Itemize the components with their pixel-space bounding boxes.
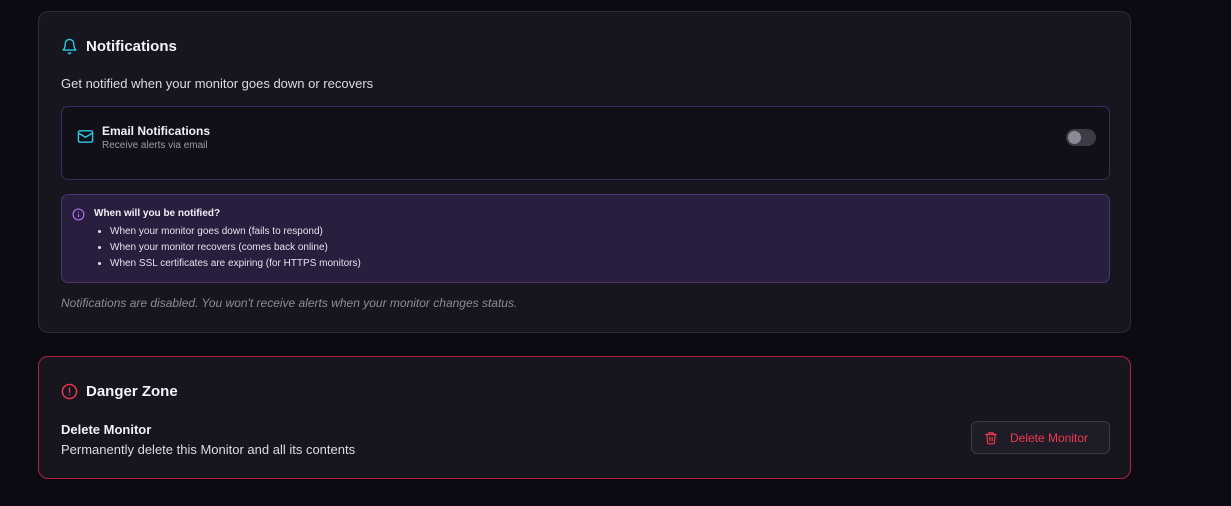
mail-icon xyxy=(77,128,94,145)
bell-icon xyxy=(61,38,78,55)
notification-info-box: When will you be notified? When your mon… xyxy=(61,194,1110,283)
notifications-subtitle: Get notified when your monitor goes down… xyxy=(61,76,374,91)
danger-zone-title: Danger Zone xyxy=(86,383,178,400)
email-notifications-toggle[interactable] xyxy=(1066,129,1096,146)
info-list: When your monitor goes down (fails to re… xyxy=(94,224,361,272)
info-list-item: When SSL certificates are expiring (for … xyxy=(110,256,361,272)
delete-monitor-description: Permanently delete this Monitor and all … xyxy=(61,442,356,457)
info-icon xyxy=(72,208,85,221)
notifications-disabled-note: Notifications are disabled. You won't re… xyxy=(61,296,518,310)
danger-zone-card: Danger Zone Delete Monitor Permanently d… xyxy=(38,356,1131,479)
delete-monitor-button-label: Delete Monitor xyxy=(1010,430,1089,445)
email-notifications-description: Receive alerts via email xyxy=(102,140,208,151)
toggle-knob xyxy=(1068,131,1081,144)
info-title: When will you be notified? xyxy=(94,208,221,219)
trash-icon xyxy=(984,431,998,445)
alert-circle-icon xyxy=(61,383,78,400)
email-notifications-row: Email Notifications Receive alerts via e… xyxy=(61,106,1110,180)
notifications-title: Notifications xyxy=(86,38,177,55)
danger-zone-header: Danger Zone xyxy=(61,383,178,400)
notifications-card: Notifications Get notified when your mon… xyxy=(38,11,1131,333)
info-list-item: When your monitor goes down (fails to re… xyxy=(110,224,361,240)
delete-monitor-title: Delete Monitor xyxy=(61,422,152,437)
email-notifications-title: Email Notifications xyxy=(102,124,211,138)
info-list-item: When your monitor recovers (comes back o… xyxy=(110,240,361,256)
delete-monitor-button[interactable]: Delete Monitor xyxy=(971,421,1110,454)
notifications-header: Notifications xyxy=(61,38,177,55)
